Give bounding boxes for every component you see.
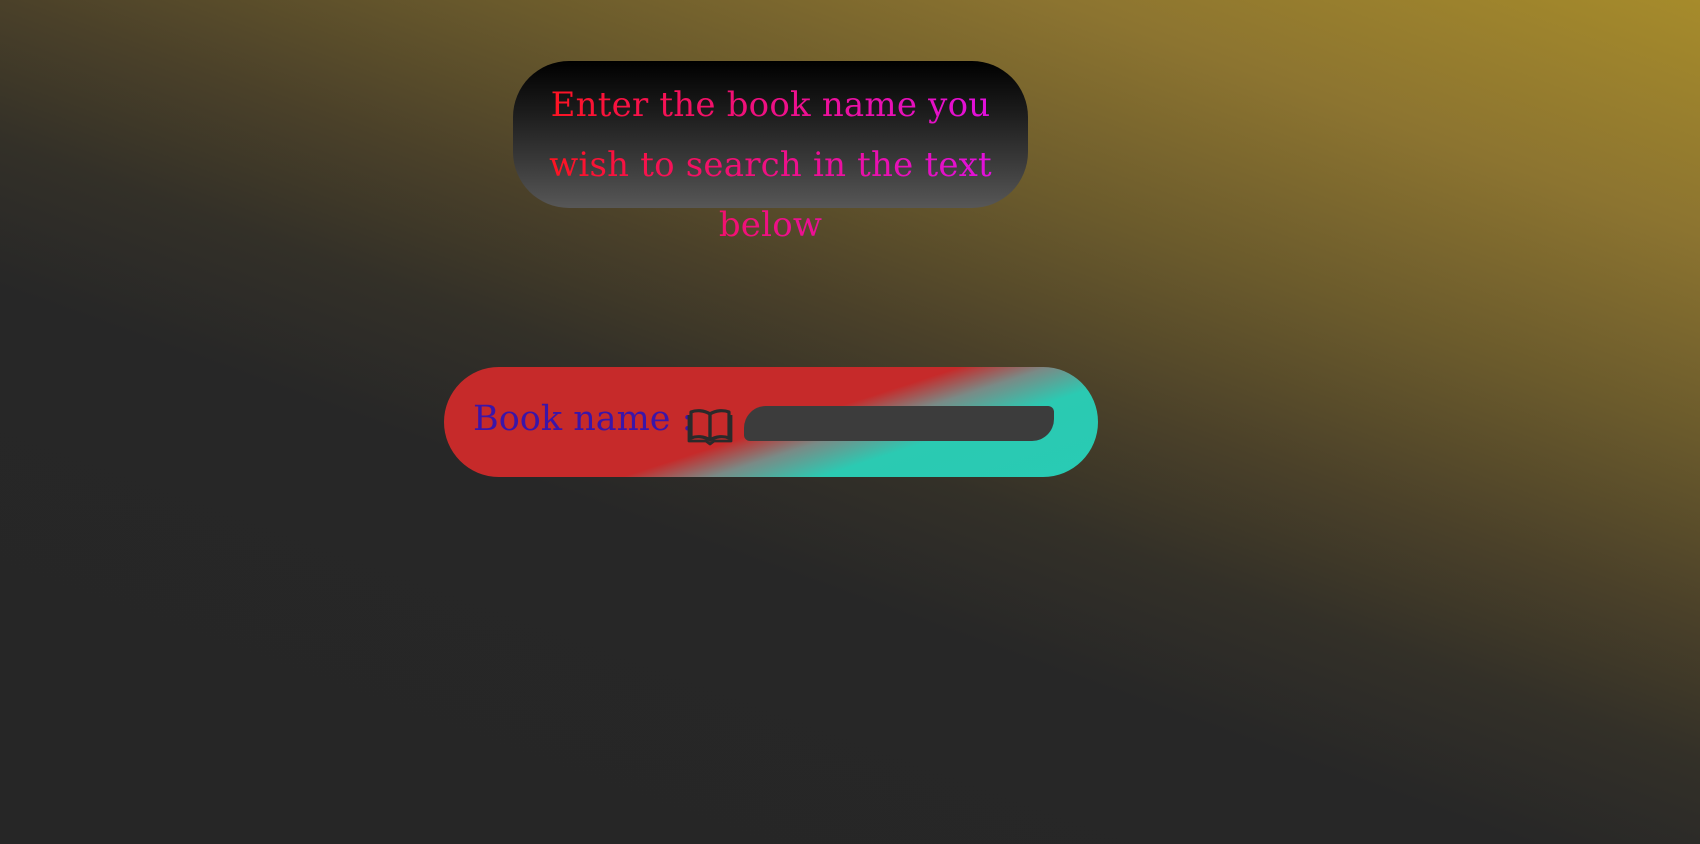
book-name-label: Book name : bbox=[473, 399, 694, 439]
book-open-icon bbox=[687, 406, 733, 446]
instruction-text: Enter the book name you wish to search i… bbox=[521, 75, 1020, 255]
book-name-input[interactable] bbox=[744, 406, 1054, 441]
instruction-banner: Enter the book name you wish to search i… bbox=[513, 61, 1028, 245]
book-search-bar: Book name : bbox=[444, 367, 1098, 477]
